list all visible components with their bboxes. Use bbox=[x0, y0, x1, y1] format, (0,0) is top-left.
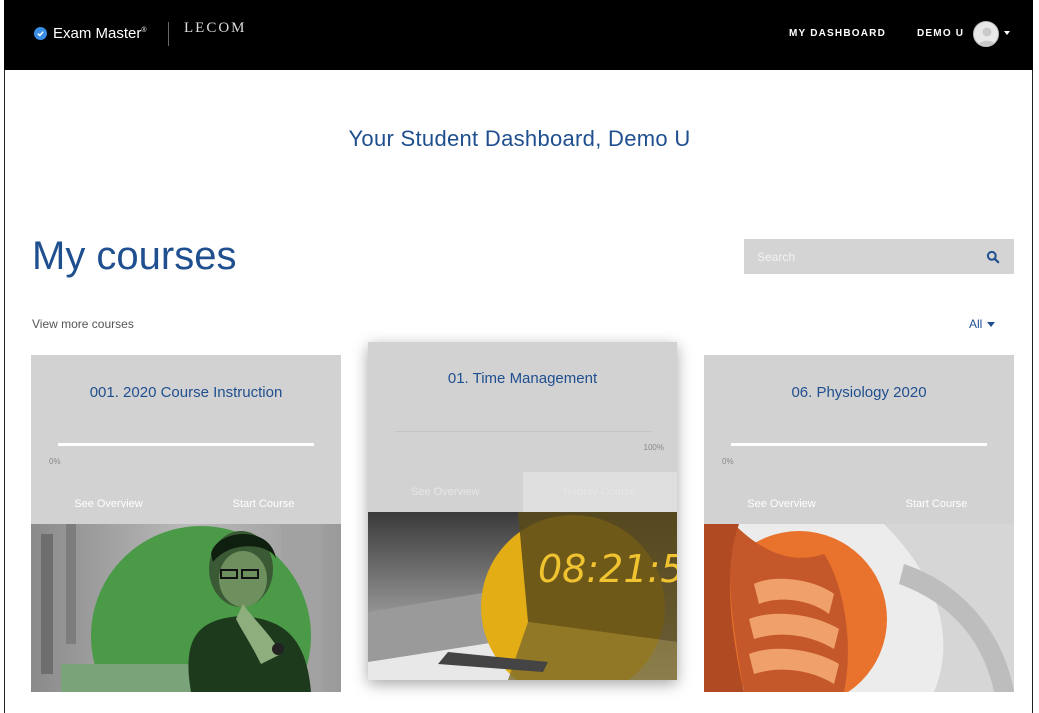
course-progress-label: 0% bbox=[722, 457, 734, 466]
course-search bbox=[744, 239, 1014, 274]
user-menu-name[interactable]: DEMO U bbox=[917, 28, 964, 39]
check-badge-icon bbox=[34, 27, 47, 40]
course-progress-label: 100% bbox=[643, 443, 664, 452]
course-title[interactable]: 001. 2020 Course Instruction bbox=[31, 384, 341, 401]
replay-course-button[interactable]: Replay Course bbox=[522, 472, 677, 512]
header-divider bbox=[168, 22, 169, 46]
my-dashboard-link[interactable]: MY DASHBOARD bbox=[789, 28, 886, 39]
user-menu-caret-icon[interactable] bbox=[1004, 31, 1010, 35]
dashboard-welcome-heading: Your Student Dashboard, Demo U bbox=[348, 126, 691, 151]
course-progress-bar bbox=[731, 443, 987, 446]
brand-name: Exam Master® bbox=[53, 25, 147, 42]
search-input[interactable] bbox=[744, 239, 974, 274]
chevron-down-icon bbox=[987, 321, 996, 327]
course-title[interactable]: 01. Time Management bbox=[368, 370, 677, 387]
filter-selected-value: All bbox=[969, 317, 983, 331]
course-progress-bar bbox=[395, 431, 651, 432]
course-progress-bar bbox=[58, 443, 314, 446]
course-title[interactable]: 06. Physiology 2020 bbox=[704, 384, 1014, 401]
course-image[interactable] bbox=[31, 524, 341, 692]
course-actions: See Overview Start Course bbox=[704, 484, 1014, 524]
course-actions: See Overview Replay Course bbox=[368, 472, 677, 512]
see-overview-button[interactable]: See Overview bbox=[31, 484, 186, 524]
course-image[interactable]: 08:21:5 bbox=[368, 512, 677, 680]
view-more-courses-link[interactable]: View more courses bbox=[32, 317, 134, 331]
course-actions: See Overview Start Course bbox=[31, 484, 341, 524]
search-icon[interactable] bbox=[986, 250, 1000, 264]
start-course-button[interactable]: Start Course bbox=[859, 484, 1014, 524]
page-title: My courses bbox=[32, 234, 237, 278]
clock-display-text: 08:21:5 bbox=[538, 547, 677, 591]
course-card: 001. 2020 Course Instruction 0% See Over… bbox=[31, 355, 341, 692]
course-progress-label: 0% bbox=[49, 457, 61, 466]
user-avatar[interactable] bbox=[973, 21, 999, 47]
lecom-logo: LECOM bbox=[184, 20, 247, 36]
course-card: 06. Physiology 2020 0% See Overview Star… bbox=[704, 355, 1014, 692]
course-image[interactable] bbox=[704, 524, 1014, 692]
start-course-button[interactable]: Start Course bbox=[186, 484, 341, 524]
course-card: 01. Time Management 100% See Overview Re… bbox=[368, 342, 677, 680]
see-overview-button[interactable]: See Overview bbox=[368, 472, 523, 512]
course-filter-dropdown[interactable]: All bbox=[969, 317, 996, 331]
exam-master-logo[interactable]: Exam Master® bbox=[34, 25, 147, 42]
see-overview-button[interactable]: See Overview bbox=[704, 484, 859, 524]
